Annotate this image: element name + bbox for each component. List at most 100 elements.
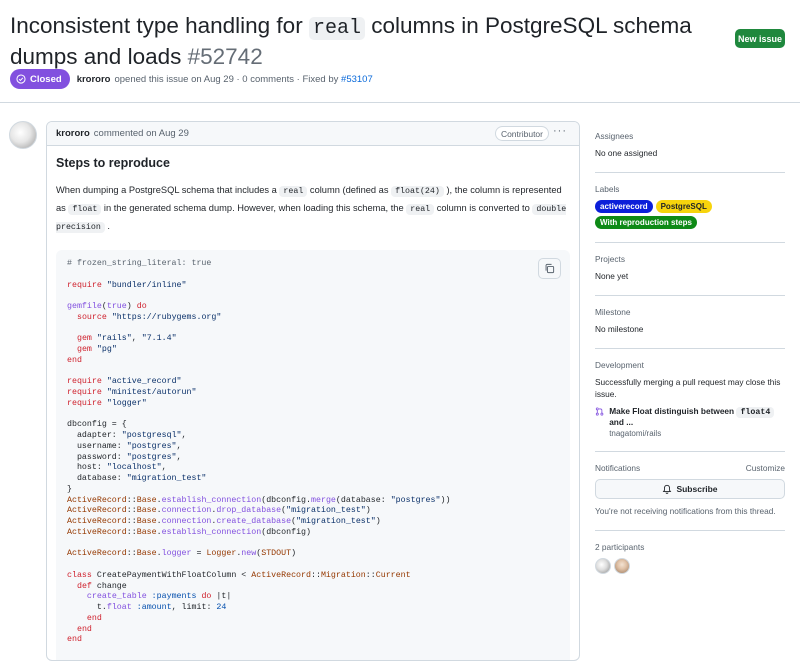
inline-code: real	[279, 186, 308, 197]
heading-text: Projects	[595, 254, 625, 264]
label-with-reproduction-steps[interactable]: With reproduction steps	[595, 216, 697, 229]
closed-check-icon	[16, 74, 26, 84]
heading-text: Assignees	[595, 131, 634, 141]
text: and ...	[609, 417, 634, 427]
assignees-value: No one assigned	[595, 148, 658, 158]
notifications-heading: Notifications Customize	[595, 463, 785, 473]
comment-options-icon[interactable]: ···	[553, 125, 567, 137]
inline-code: float4	[736, 407, 775, 418]
issue-title: Inconsistent type handling for real colu…	[10, 12, 720, 71]
code-line: password: "postgres",	[67, 452, 182, 462]
text: .	[104, 221, 110, 231]
code-line: require "logger"	[67, 398, 147, 408]
development-section: Development Successfully merging a pull …	[595, 349, 785, 452]
notifications-note: You're not receiving notifications from …	[595, 506, 776, 516]
heading-text: Development	[595, 360, 644, 370]
text: Make Float distinguish between	[609, 406, 737, 416]
heading-text: Notifications	[595, 463, 641, 473]
participant-avatar[interactable]	[595, 558, 611, 574]
copy-button[interactable]	[538, 258, 561, 279]
text: column (defined as	[307, 185, 392, 195]
customize-link[interactable]: Customize	[746, 463, 785, 473]
labels-heading[interactable]: Labels	[595, 184, 785, 194]
assignees-heading[interactable]: Assignees	[595, 131, 785, 141]
inline-code: float	[68, 204, 102, 215]
code-line: }	[67, 484, 72, 494]
code-line: gem "pg"	[76, 345, 117, 354]
code-line: dbconfig = {	[67, 420, 127, 430]
participants-list	[595, 558, 785, 574]
title-code: real	[308, 17, 365, 40]
comment-header: krororo commented on Aug 29 Contributor …	[47, 122, 579, 146]
code-line: create_table :payments do |t|	[86, 592, 232, 602]
projects-section: Projects None yet	[595, 243, 785, 296]
code-line: gem "rails", "7.1.4"	[76, 334, 177, 344]
projects-value: None yet	[595, 271, 629, 281]
issue-comment: krororo commented on Aug 29 Contributor …	[46, 121, 580, 661]
milestone-heading[interactable]: Milestone	[595, 307, 785, 317]
code-line: end	[67, 635, 82, 645]
comment-heading: Steps to reproduce	[56, 156, 170, 170]
development-heading[interactable]: Development	[595, 360, 785, 370]
code-line: ActiveRecord::Base.establish_connection(…	[67, 527, 312, 537]
header-divider	[0, 102, 800, 103]
code-line: ActiveRecord::Base.connection.drop_datab…	[67, 506, 371, 516]
new-issue-button[interactable]: New issue	[735, 29, 785, 48]
labels-list: activerecord PostgreSQL With reproduction …	[595, 200, 785, 229]
notifications-section: Notifications Customize Subscribe You're …	[595, 452, 785, 531]
opened-text: opened this issue on Aug 29 · 0 comments…	[114, 73, 339, 85]
code-line: ActiveRecord::Base.connection.create_dat…	[67, 517, 381, 526]
code-block: # frozen_string_literal: true require "b…	[56, 250, 570, 660]
code-line: gemfile(true) do	[67, 302, 147, 311]
issue-author-link[interactable]: krororo	[77, 74, 111, 85]
code-line: end	[76, 624, 92, 634]
participant-avatar[interactable]	[614, 558, 630, 574]
linked-pull-request[interactable]: Make Float distinguish between float4 an…	[595, 406, 785, 438]
heading-text: 2 participants	[595, 542, 645, 552]
state-label: Closed	[30, 73, 62, 85]
code-line: ActiveRecord::Base.logger = Logger.new(S…	[67, 549, 297, 559]
code-line: host: "localhost",	[67, 463, 167, 473]
comment-paragraph: When dumping a PostgreSQL schema that in…	[56, 182, 570, 236]
code-line: require "bundler/inline"	[67, 280, 187, 290]
fixed-by-link[interactable]: #53107	[341, 74, 373, 85]
participants-section: 2 participants	[595, 531, 785, 587]
bell-icon	[663, 484, 672, 494]
issue-meta: Closed krororo opened this issue on Aug …	[10, 69, 373, 89]
issue-sidebar: Assignees No one assigned Labels activer…	[595, 121, 785, 587]
assignees-section: Assignees No one assigned	[595, 121, 785, 173]
pull-request-icon	[595, 407, 604, 416]
inline-code: real	[406, 204, 435, 215]
text: When dumping a PostgreSQL schema that in…	[56, 185, 280, 195]
pr-text: Make Float distinguish between float4 an…	[609, 406, 785, 438]
projects-heading[interactable]: Projects	[595, 254, 785, 264]
author-avatar[interactable]	[9, 121, 37, 149]
code-lines: # frozen_string_literal: true require "b…	[67, 259, 559, 646]
text: in the generated schema dump. However, w…	[101, 203, 407, 213]
label-activerecord[interactable]: activerecord	[595, 200, 653, 213]
pr-title: Make Float distinguish between float4 an…	[609, 406, 785, 427]
comment-author-link[interactable]: krororo	[56, 128, 90, 139]
label-postgresql[interactable]: PostgreSQL	[655, 200, 712, 213]
code-line: t.float :amount, limit: 24	[67, 603, 227, 612]
text: column is converted to	[434, 203, 533, 213]
comment-body: Steps to reproduce When dumping a Postgr…	[47, 146, 579, 660]
code-line: ActiveRecord::Base.establish_connection(…	[67, 495, 451, 505]
inline-code: float(24)	[391, 186, 444, 197]
development-value: Successfully merging a pull request may …	[595, 377, 781, 399]
code-line: class CreatePaymentWithFloatColumn < Act…	[67, 570, 411, 580]
heading-text: Labels	[595, 184, 620, 194]
code-line: adapter: "postgresql",	[67, 431, 187, 440]
code-line: source "https://rubygems.org"	[76, 312, 222, 322]
comment-timestamp: commented on Aug 29	[93, 128, 189, 139]
subscribe-button[interactable]: Subscribe	[595, 479, 785, 499]
state-badge: Closed	[10, 69, 70, 89]
contributor-badge: Contributor	[494, 126, 549, 141]
labels-section: Labels activerecord PostgreSQL With reprod…	[595, 173, 785, 243]
